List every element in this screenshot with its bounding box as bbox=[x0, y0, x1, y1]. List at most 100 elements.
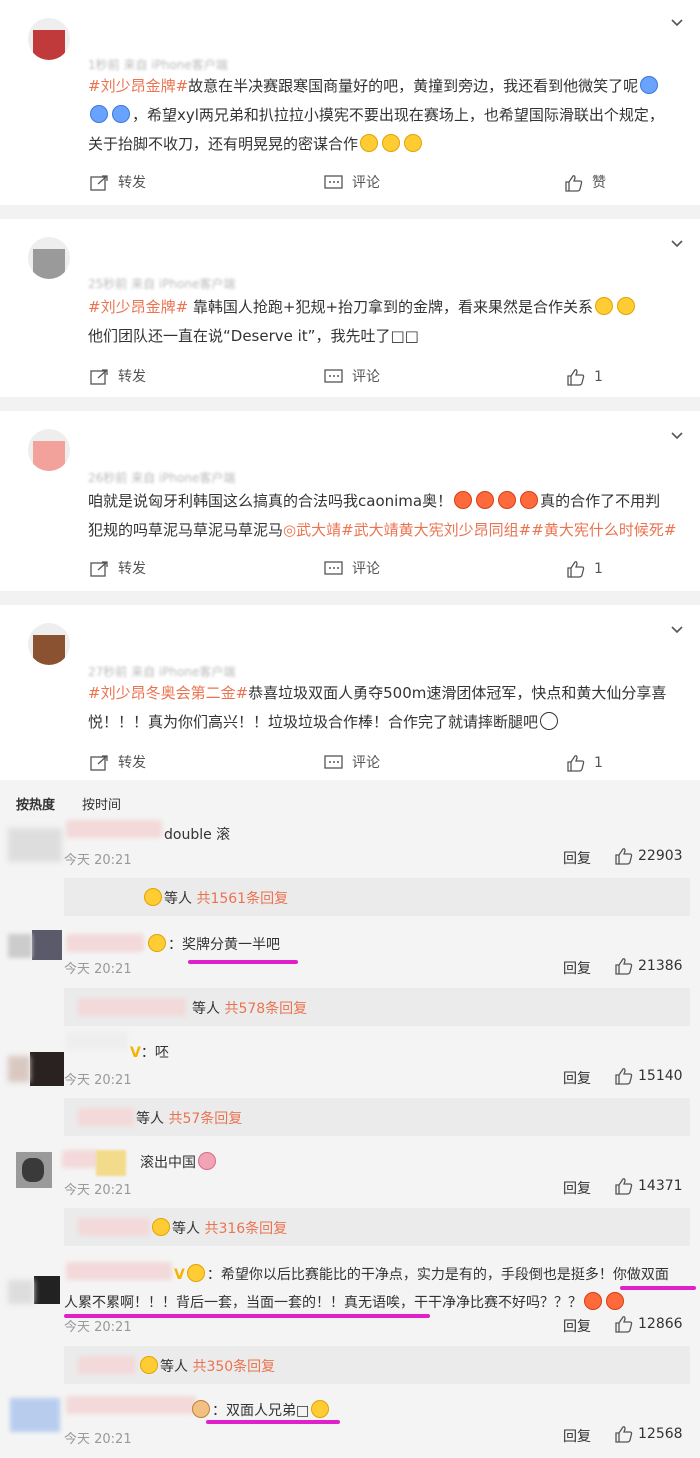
reply-button[interactable]: 回复 bbox=[563, 1178, 591, 1198]
emoji-icon bbox=[584, 1292, 602, 1310]
weibo-post: 27秒前 来自 iPhone客户端 #刘少昂冬奥会第二金#恭喜垃圾双面人勇夺50… bbox=[0, 605, 700, 780]
post-text: 咱就是说匈牙利韩国这么搞真的合法吗我caonima奥！ 真的合作了不用判 犯规的吗… bbox=[88, 491, 677, 539]
verified-badge-icon: V bbox=[174, 1267, 185, 1283]
comment-time: 今天 20:21 bbox=[64, 962, 132, 977]
chevron-down-icon[interactable] bbox=[670, 16, 684, 30]
emoji-icon bbox=[311, 1400, 330, 1418]
post-actions: 转发 评论 1 bbox=[0, 748, 700, 778]
hashtag[interactable]: 武大靖#武大靖黄大宪刘少昂同组##黄大宪什么时候死# bbox=[296, 521, 676, 539]
weibo-post: 25秒前 来自 iPhone客户端 #刘少昂金牌# 靠韩国人抢跑+犯规+抬刀拿到… bbox=[0, 219, 700, 397]
comment-time: 今天 20:21 bbox=[64, 1183, 132, 1198]
comment-time: 今天 20:21 bbox=[64, 1432, 132, 1447]
emoji-icon bbox=[112, 105, 130, 123]
reply-button[interactable]: 回复 bbox=[563, 848, 591, 868]
username[interactable] bbox=[66, 934, 144, 952]
emoji-icon bbox=[640, 76, 659, 94]
comment-text: V ：希望你以后比赛能比的干净点，实力是有的，手段倒也是挺多！你做双面 bbox=[174, 1264, 669, 1284]
comment-icon bbox=[324, 755, 343, 769]
thumbs-up-icon bbox=[615, 958, 633, 975]
hashtag[interactable]: #刘少昂金牌# bbox=[88, 298, 188, 316]
sub-replies[interactable]: 等人 共316条回复 bbox=[64, 1208, 690, 1246]
avatar[interactable] bbox=[8, 828, 62, 868]
location-icon: ◎ bbox=[283, 521, 297, 539]
emoji-icon bbox=[498, 491, 517, 509]
thumbs-up-icon bbox=[615, 1426, 633, 1443]
post-text: #刘少昂金牌#故意在半决赛跟寒国商量好的吧，黄撞到旁边，我还看到他微笑了呢 ，希… bbox=[88, 76, 664, 153]
sub-replies[interactable]: 等人 共578条回复 bbox=[64, 988, 690, 1026]
sort-by-hot-tab[interactable]: 按热度 bbox=[16, 794, 55, 813]
post-separator bbox=[0, 205, 700, 219]
post-meta: 26秒前 来自 iPhone客户端 bbox=[88, 471, 236, 485]
sub-replies[interactable]: 等人 共57条回复 bbox=[64, 1098, 690, 1136]
thumbs-up-icon bbox=[615, 1178, 633, 1195]
emoji-icon bbox=[186, 1264, 205, 1282]
emoji-icon bbox=[606, 1292, 624, 1310]
hashtag[interactable]: #刘少昂冬奥会第二金# bbox=[88, 684, 248, 702]
avatar[interactable] bbox=[8, 1276, 62, 1316]
thumbs-up-icon bbox=[567, 755, 585, 772]
emoji-icon bbox=[152, 1218, 170, 1236]
post-actions: 转发 评论 1 bbox=[0, 554, 700, 584]
reply-button[interactable]: 回复 bbox=[563, 958, 591, 978]
comment-icon bbox=[324, 369, 343, 383]
chevron-down-icon[interactable] bbox=[670, 429, 684, 443]
share-icon bbox=[90, 175, 108, 191]
highlight-underline bbox=[188, 960, 298, 964]
highlight-underline bbox=[206, 1420, 340, 1424]
thumbs-up-icon bbox=[615, 1316, 633, 1333]
reply-button[interactable]: 回复 bbox=[563, 1316, 591, 1336]
post-meta: 27秒前 来自 iPhone客户端 bbox=[88, 665, 236, 679]
thumbs-up-icon bbox=[567, 561, 585, 578]
chevron-down-icon[interactable] bbox=[670, 237, 684, 251]
emoji-icon bbox=[454, 491, 473, 509]
share-icon bbox=[90, 369, 108, 385]
avatar[interactable] bbox=[8, 1052, 64, 1092]
username[interactable] bbox=[66, 1396, 196, 1414]
username[interactable] bbox=[66, 1032, 128, 1050]
sort-by-time-tab[interactable]: 按时间 bbox=[82, 794, 121, 813]
sub-replies[interactable]: 等人 共350条回复 bbox=[64, 1346, 690, 1384]
post-meta: 25秒前 来自 iPhone客户端 bbox=[88, 277, 236, 291]
emoji-icon bbox=[404, 134, 423, 152]
username[interactable] bbox=[66, 820, 162, 838]
emoji-icon bbox=[192, 1400, 210, 1418]
verified-badge-icon: V bbox=[130, 1045, 141, 1061]
emoji-icon bbox=[520, 491, 539, 509]
avatar[interactable] bbox=[8, 930, 62, 970]
emoji-icon bbox=[476, 491, 495, 509]
share-icon bbox=[90, 755, 108, 771]
sub-replies[interactable]: 等人 共1561条回复 bbox=[64, 878, 690, 916]
comment-text: V：呸 bbox=[130, 1045, 169, 1061]
weibo-post: 1秒前 来自 iPhone客户端 #刘少昂金牌#故意在半决赛跟寒国商量好的吧，黄… bbox=[0, 0, 700, 205]
avatar[interactable] bbox=[8, 1398, 62, 1438]
username[interactable] bbox=[62, 1150, 98, 1168]
thumbs-up-icon bbox=[615, 848, 633, 865]
comment-text: 滚出中国 bbox=[140, 1152, 218, 1172]
comment-text: ：奖牌分黄一半吧 bbox=[146, 934, 280, 954]
emoji-icon bbox=[540, 712, 559, 730]
chevron-down-icon[interactable] bbox=[670, 623, 684, 637]
comment-text: ：双面人兄弟□ bbox=[190, 1400, 331, 1420]
emoji-icon bbox=[360, 134, 379, 152]
post-actions: 转发 评论 赞 bbox=[0, 168, 700, 198]
avatar[interactable] bbox=[28, 18, 70, 60]
thumbs-up-icon bbox=[567, 369, 585, 386]
avatar[interactable] bbox=[28, 429, 70, 471]
emoji-icon bbox=[144, 888, 162, 906]
post-separator bbox=[0, 397, 700, 411]
post-text: #刘少昂冬奥会第二金#恭喜垃圾双面人勇夺500m速滑团体冠军，快点和黄大仙分享喜… bbox=[88, 684, 667, 731]
post-separator bbox=[0, 591, 700, 605]
comment-time: 今天 20:21 bbox=[64, 1320, 132, 1335]
share-icon bbox=[90, 561, 108, 577]
avatar[interactable] bbox=[8, 1152, 62, 1192]
hashtag[interactable]: #刘少昂金牌# bbox=[88, 77, 188, 95]
username[interactable] bbox=[66, 1262, 172, 1280]
thumbs-up-icon bbox=[565, 175, 583, 192]
comment-icon bbox=[324, 561, 343, 575]
avatar[interactable] bbox=[28, 623, 70, 665]
post-text: #刘少昂金牌# 靠韩国人抢跑+犯规+抬刀拿到的金牌，看来果然是合作关系 他们团队… bbox=[88, 293, 688, 351]
emoji-icon bbox=[382, 134, 401, 152]
reply-button[interactable]: 回复 bbox=[563, 1068, 591, 1088]
avatar[interactable] bbox=[28, 237, 70, 279]
reply-button[interactable]: 回复 bbox=[563, 1426, 591, 1446]
